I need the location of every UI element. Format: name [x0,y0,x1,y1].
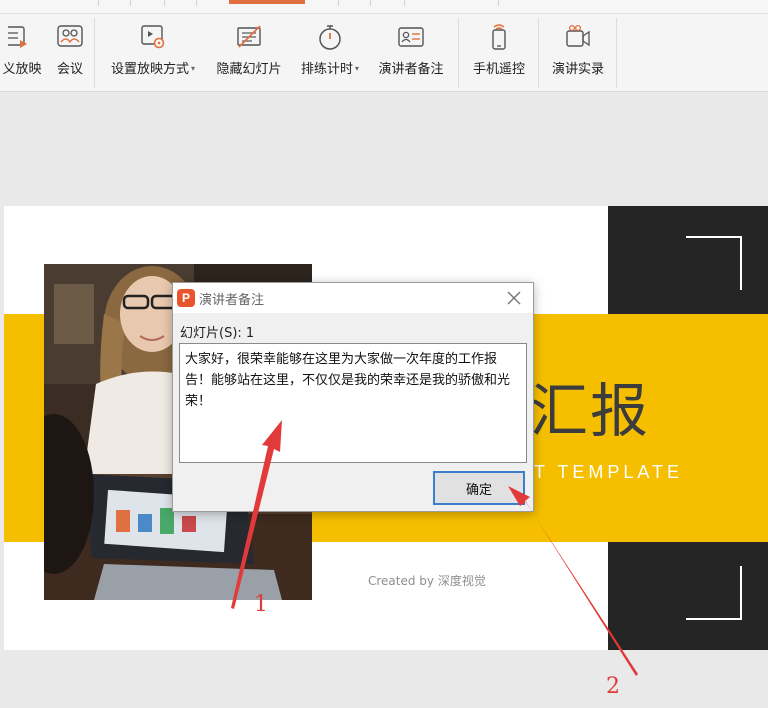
chevron-down-icon: ▾ [355,64,360,73]
close-button[interactable] [503,287,525,309]
notes-textarea[interactable]: 大家好，很荣幸能够在这里为大家做一次年度的工作报告！能够站在这里，不仅仅是我的荣… [179,343,527,463]
rehearse-timings-button[interactable]: 排练计时 ▾ [294,22,366,84]
phone-remote-label: 手机遥控 [472,62,525,77]
chevron-down-icon: ▾ [191,64,196,73]
separator [458,18,459,88]
phone-remote-icon [484,22,514,52]
separator [538,18,539,88]
tab-strip [0,0,768,14]
app-logo-icon: P [177,289,195,307]
record-icon [563,22,593,52]
hide-slide-button[interactable]: 隐藏幻灯片 [211,22,287,84]
stopwatch-icon [315,22,345,52]
meeting-label: 会议 [56,62,83,77]
slideshow-settings-label: 设置放映方式 ▾ [110,62,196,77]
meeting-icon [55,22,85,52]
speaker-notes-label: 演讲者备注 [378,62,444,77]
speaker-notes-button[interactable]: 演讲者备注 [372,22,450,84]
slide-title: 汇报 [530,377,651,445]
custom-show-button[interactable]: 义放映 [0,22,48,84]
record-button[interactable]: 演讲实录 [546,22,610,84]
hide-slide-icon [234,22,264,52]
app-window: 义放映 会议 设置放映方式 ▾ 隐藏幻灯片 排练计时 ▾ 演讲者备注 手机遥控 … [0,0,768,708]
slideshow-settings-button[interactable]: 设置放映方式 ▾ [102,22,204,84]
slide-number-label: 幻灯片(S): 1 [180,326,255,341]
decor-corner-top [686,236,742,290]
ok-button[interactable]: 确定 [433,471,525,505]
annotation-number-1: 1 [254,592,268,617]
separator [94,18,95,88]
speaker-notes-dialog: P 演讲者备注 幻灯片(S): 1 大家好，很荣幸能够在这里为大家做一次年度的工… [172,282,534,512]
rehearse-timings-label: 排练计时 ▾ [300,62,360,77]
close-icon [507,291,521,305]
separator [616,18,617,88]
custom-show-label: 义放映 [2,62,42,77]
dialog-title: 演讲者备注 [199,293,265,308]
active-tab-indicator [229,0,305,4]
record-label: 演讲实录 [551,62,604,77]
hide-slide-label: 隐藏幻灯片 [216,62,282,77]
speaker-notes-icon [396,22,426,52]
custom-show-icon [7,22,37,52]
slideshow-settings-icon [138,22,168,52]
annotation-number-2: 2 [606,674,620,699]
phone-remote-button[interactable]: 手机遥控 [468,22,530,84]
slide-credit: Created by 深度视觉 [368,574,486,588]
dialog-titlebar[interactable]: P 演讲者备注 [173,283,533,313]
ribbon-toolbar: 义放映 会议 设置放映方式 ▾ 隐藏幻灯片 排练计时 ▾ 演讲者备注 手机遥控 … [0,0,768,92]
decor-corner-bottom [686,566,742,620]
slide-subtitle: T TEMPLATE [534,462,684,482]
meeting-button[interactable]: 会议 [52,22,88,84]
